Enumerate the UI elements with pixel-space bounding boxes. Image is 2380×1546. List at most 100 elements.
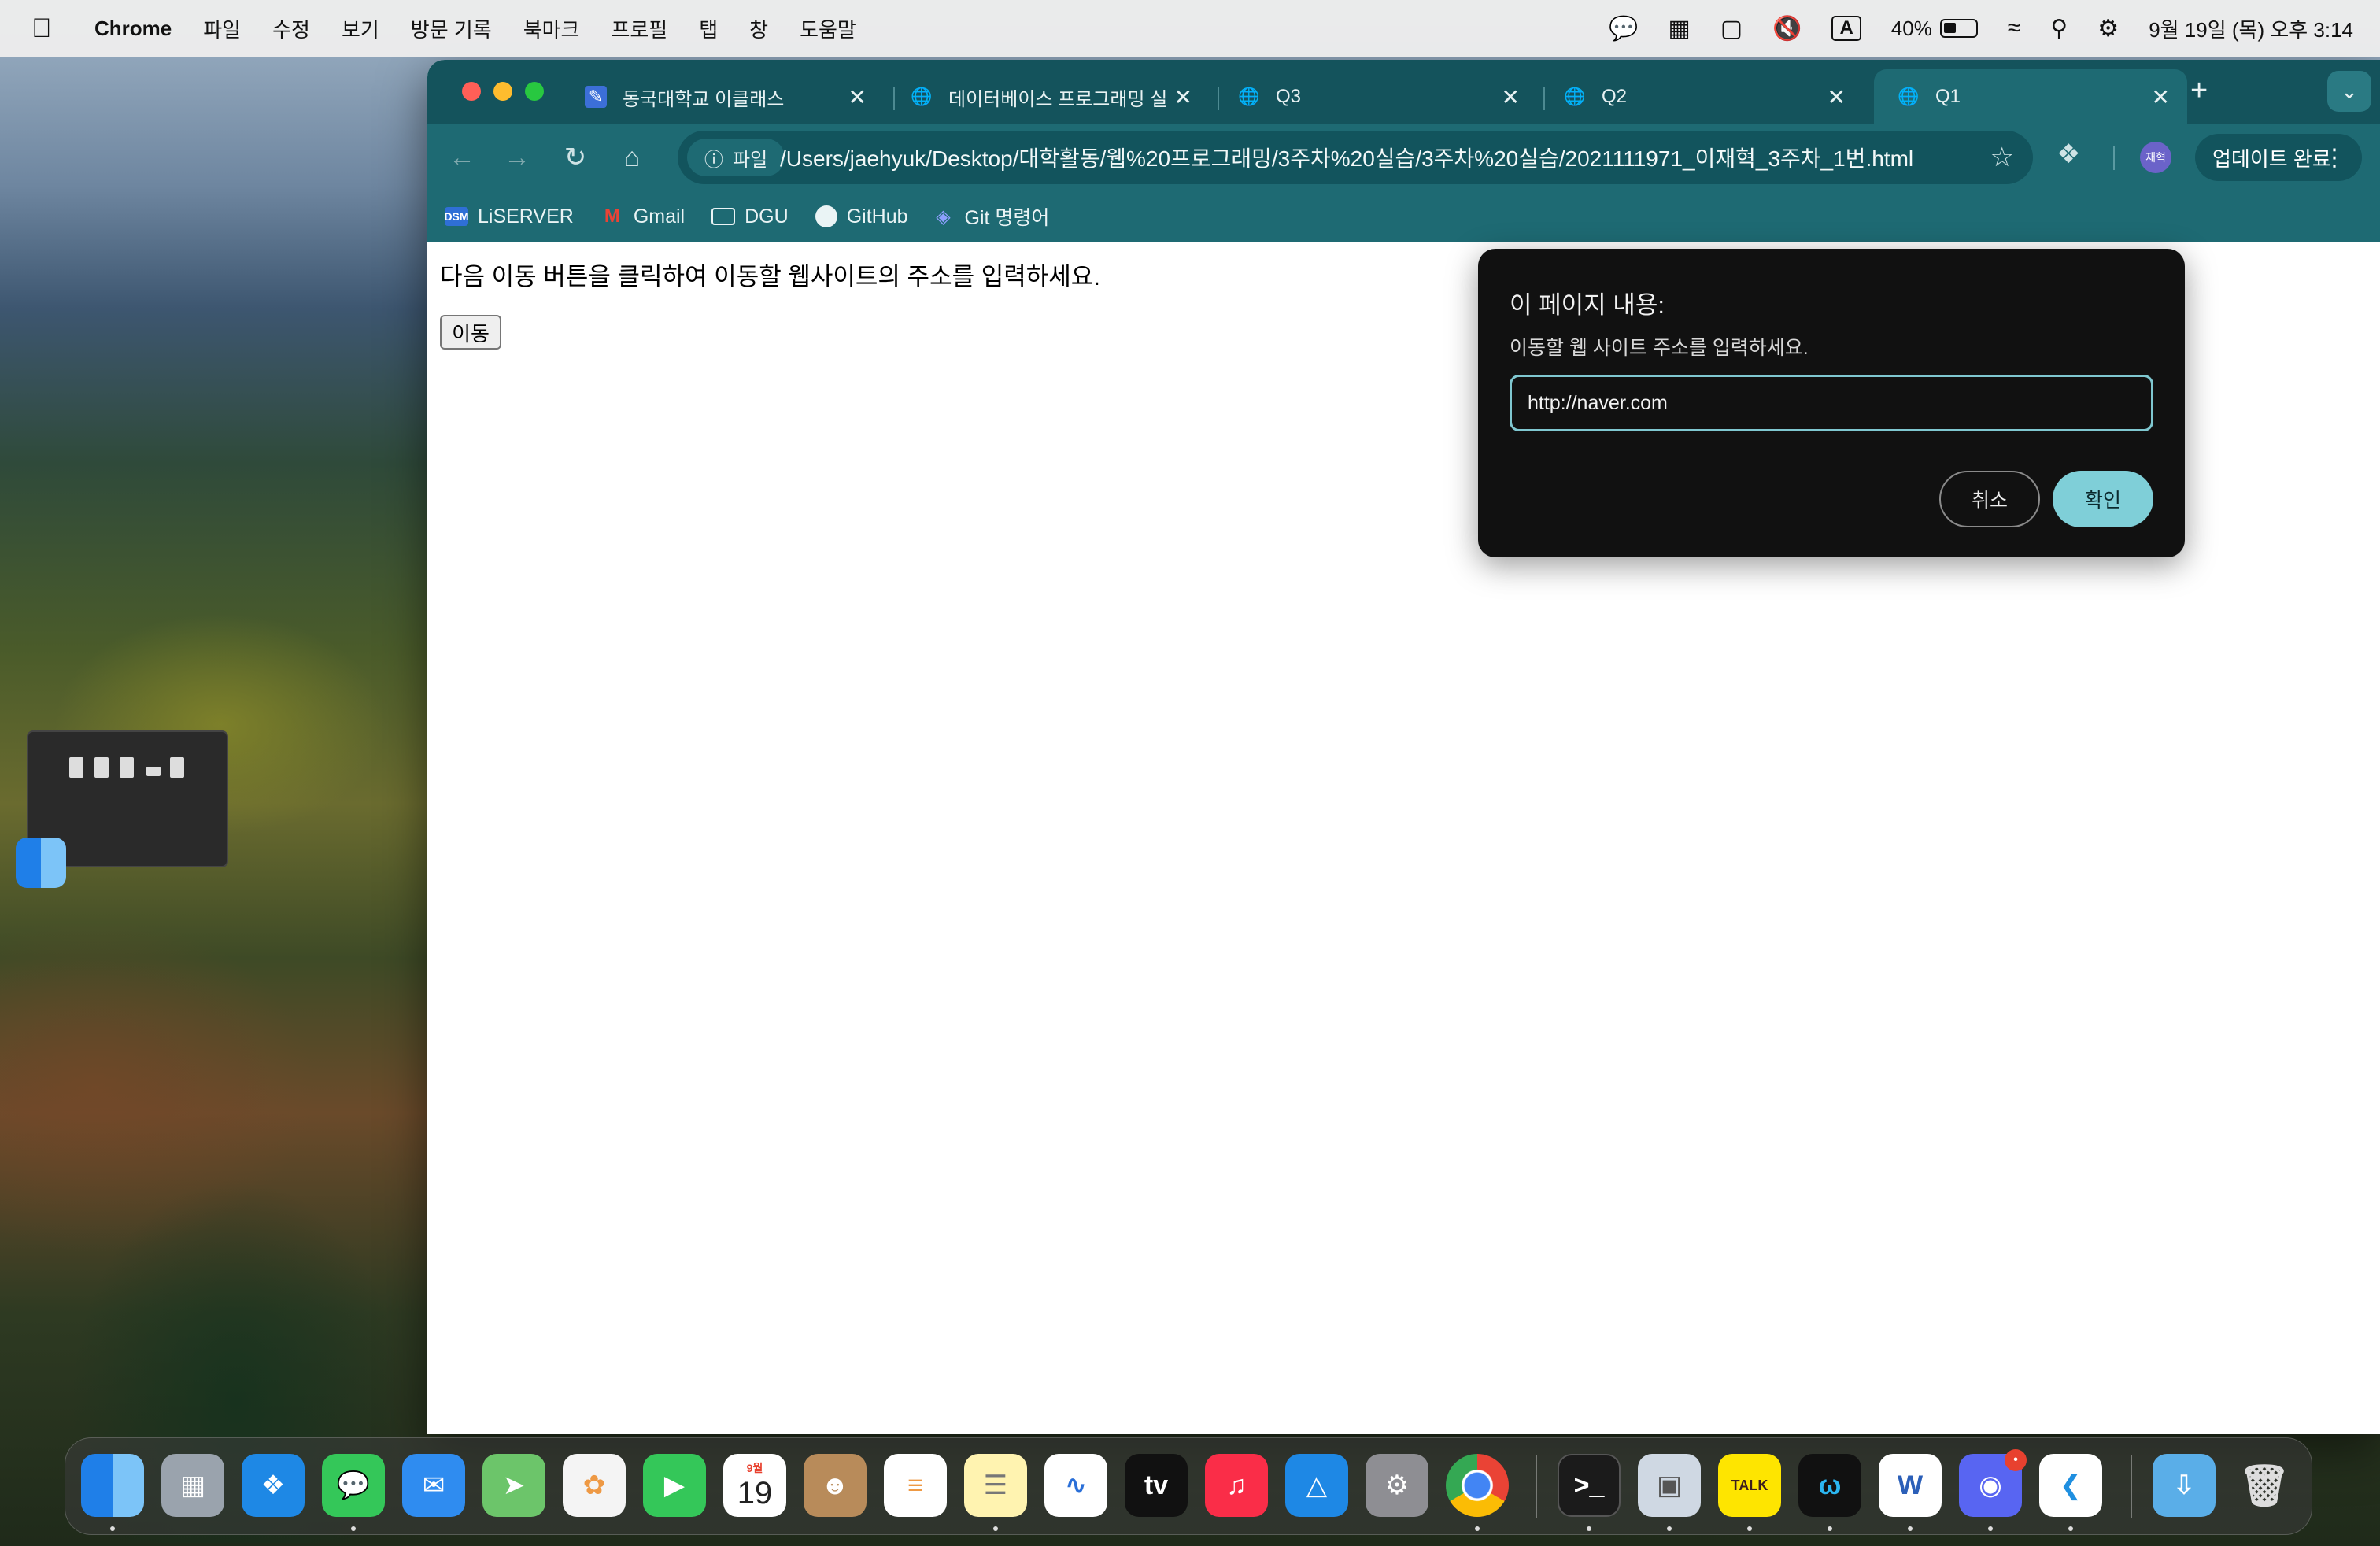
muted-icon[interactable]: 🔇 — [1772, 15, 1802, 43]
tv-label: tv — [1144, 1470, 1169, 1500]
menu-file[interactable]: 파일 — [203, 14, 241, 43]
menu-app-name[interactable]: Chrome — [94, 17, 172, 41]
globe-icon: 🌐 — [1898, 87, 1920, 106]
tab-q1[interactable]: 🌐 Q1 ✕ — [1874, 69, 2187, 124]
url-text[interactable]: /Users/jaehyuk/Desktop/대학활동/웹%20프로그래밍/3주… — [780, 131, 1913, 184]
battery-percent: 40% — [1890, 16, 1932, 40]
tv-icon[interactable]: tv — [1125, 1454, 1188, 1517]
minimize-window-button[interactable] — [493, 82, 512, 101]
battery-fill — [1943, 23, 1956, 33]
preview-icon[interactable]: ▣ — [1638, 1454, 1701, 1517]
close-icon[interactable]: ✕ — [1828, 84, 1846, 110]
chrome-icon[interactable] — [1446, 1454, 1509, 1517]
forward-button[interactable]: → — [498, 139, 536, 176]
terminal-icon[interactable]: >_ — [1558, 1454, 1621, 1517]
messages-icon[interactable]: 💬 — [322, 1454, 385, 1517]
bookmark-github[interactable]: GitHub — [815, 205, 908, 228]
photos-icon[interactable]: ✿ — [563, 1454, 626, 1517]
app-store-icon[interactable]: △ — [1285, 1454, 1348, 1517]
running-indicator — [1908, 1526, 1913, 1531]
tab-title: 데이터베이스 프로그래밍 실 — [948, 88, 1168, 110]
tab-q2[interactable]: 🌐 Q2 ✕ — [1540, 69, 1863, 124]
address-bar[interactable]: ⓘ 파일 /Users/jaehyuk/Desktop/대학활동/웹%20프로그… — [678, 131, 2033, 184]
downloads-folder-icon[interactable]: ⇩ — [2153, 1454, 2216, 1517]
new-tab-button[interactable]: + — [2190, 74, 2208, 108]
finder-icon[interactable] — [81, 1454, 144, 1517]
bookmark-gmail[interactable]: M Gmail — [601, 205, 685, 228]
search-icon[interactable]: ⚲ — [2050, 15, 2068, 43]
menu-tab[interactable]: 탭 — [699, 14, 718, 43]
globe-icon: 🌐 — [911, 87, 933, 106]
facetime-icon[interactable]: ▶ — [643, 1454, 706, 1517]
close-icon[interactable]: ✕ — [2152, 84, 2170, 110]
mail-icon[interactable]: ✉ — [402, 1454, 465, 1517]
close-icon[interactable]: ✕ — [1502, 84, 1520, 110]
bookmark-label: LiSERVER — [478, 205, 574, 227]
reload-button[interactable]: ↻ — [556, 139, 594, 176]
tab-search-button[interactable]: ⌄ — [2327, 71, 2371, 112]
word-icon[interactable]: W — [1879, 1454, 1942, 1517]
trash-icon[interactable]: 🗑 — [2233, 1454, 2296, 1517]
calendar-icon[interactable]: 9월 19 — [723, 1454, 786, 1517]
tab-database[interactable]: 🌐 데이터베이스 프로그래밍 실 ✕ — [887, 69, 1210, 124]
maps-icon[interactable]: ➤ — [482, 1454, 545, 1517]
menu-view[interactable]: 보기 — [342, 14, 379, 43]
wifi-icon[interactable]: ≈ — [2008, 15, 2020, 42]
folder-icon — [711, 208, 736, 225]
apple-menu-icon[interactable]:  — [31, 13, 63, 44]
music-icon[interactable]: ♫ — [1205, 1454, 1268, 1517]
site-info-chip[interactable]: ⓘ 파일 — [687, 139, 785, 176]
menu-help[interactable]: 도움말 — [800, 14, 856, 43]
kakaotalk-icon[interactable]: TALK — [1718, 1454, 1781, 1517]
input-source-icon[interactable]: A — [1831, 16, 1861, 41]
cancel-button[interactable]: 취소 — [1939, 471, 2040, 527]
bookmark-dgu[interactable]: DGU — [711, 205, 789, 228]
display-icon[interactable]: ▢ — [1720, 15, 1743, 43]
chevron-down-icon: ⌄ — [2341, 79, 2358, 103]
control-center-icon[interactable]: ⚙ — [2097, 15, 2119, 43]
messages-icon[interactable]: 💬 — [1609, 15, 1638, 43]
running-indicator — [1667, 1526, 1672, 1531]
vscode-icon[interactable]: ❮ — [2039, 1454, 2102, 1517]
close-icon[interactable]: ✕ — [848, 84, 867, 110]
tab-eclass[interactable]: ✎ 동국대학교 이클래스 ✕ — [561, 69, 884, 124]
bookmark-star-icon[interactable]: ☆ — [1990, 142, 2014, 173]
notes-icon[interactable]: ☰ — [964, 1454, 1027, 1517]
discord-icon[interactable]: ◉ • — [1959, 1449, 2027, 1517]
ok-button[interactable]: 확인 — [2053, 471, 2153, 527]
menu-history[interactable]: 방문 기록 — [411, 14, 492, 43]
home-button[interactable]: ⌂ — [613, 139, 651, 176]
menu-edit[interactable]: 수정 — [272, 14, 310, 43]
freeform-icon[interactable]: ∿ — [1044, 1454, 1107, 1517]
profile-avatar[interactable]: 재혁 — [2140, 142, 2171, 173]
menubar-datetime[interactable]: 9월 19일 (목) 오후 3:14 — [2149, 14, 2353, 43]
menu-profile[interactable]: 프로필 — [611, 14, 667, 43]
move-button[interactable]: 이동 — [440, 315, 501, 350]
launchpad-icon[interactable]: ▦ — [161, 1454, 224, 1517]
bookmark-liserver[interactable]: DSM LiSERVER — [444, 205, 574, 228]
webex-icon[interactable]: ω — [1798, 1454, 1861, 1517]
reminders-icon[interactable]: ≡ — [884, 1454, 947, 1517]
dock-separator — [2131, 1455, 2132, 1518]
bookmark-git[interactable]: ◈ Git 명령어 — [932, 202, 1049, 231]
contacts-icon[interactable]: ☻ — [804, 1454, 867, 1517]
extensions-puzzle-icon[interactable]: ❖ — [2057, 139, 2080, 170]
update-button[interactable]: 업데이트 완료 ⋮ — [2195, 134, 2362, 181]
battery-indicator[interactable]: 40% — [1891, 17, 1978, 41]
tab-q3[interactable]: 🌐 Q3 ✕ — [1214, 69, 1537, 124]
close-icon[interactable]: ✕ — [1174, 84, 1192, 110]
keyboard-icon[interactable]: ▦ — [1668, 15, 1690, 43]
close-window-button[interactable] — [462, 82, 481, 101]
running-indicator — [1988, 1526, 1993, 1531]
menu-window[interactable]: 창 — [749, 14, 768, 43]
back-button[interactable]: ← — [443, 139, 481, 176]
url-input[interactable]: http://naver.com — [1510, 375, 2153, 431]
menu-bookmarks[interactable]: 북마크 — [523, 14, 580, 43]
safari-icon[interactable]: ❖ — [242, 1454, 305, 1517]
finder-icon[interactable] — [16, 838, 66, 888]
system-settings-icon[interactable]: ⚙ — [1366, 1454, 1428, 1517]
chrome-window: ✎ 동국대학교 이클래스 ✕ 🌐 데이터베이스 프로그래밍 실 ✕ 🌐 Q3 ✕… — [427, 60, 2380, 1434]
prompt-dialog: 이 페이지 내용: 이동할 웹 사이트 주소를 입력하세요. http://na… — [1478, 249, 2185, 557]
zoom-window-button[interactable] — [525, 82, 544, 101]
tab-title: Q3 — [1276, 86, 1302, 107]
